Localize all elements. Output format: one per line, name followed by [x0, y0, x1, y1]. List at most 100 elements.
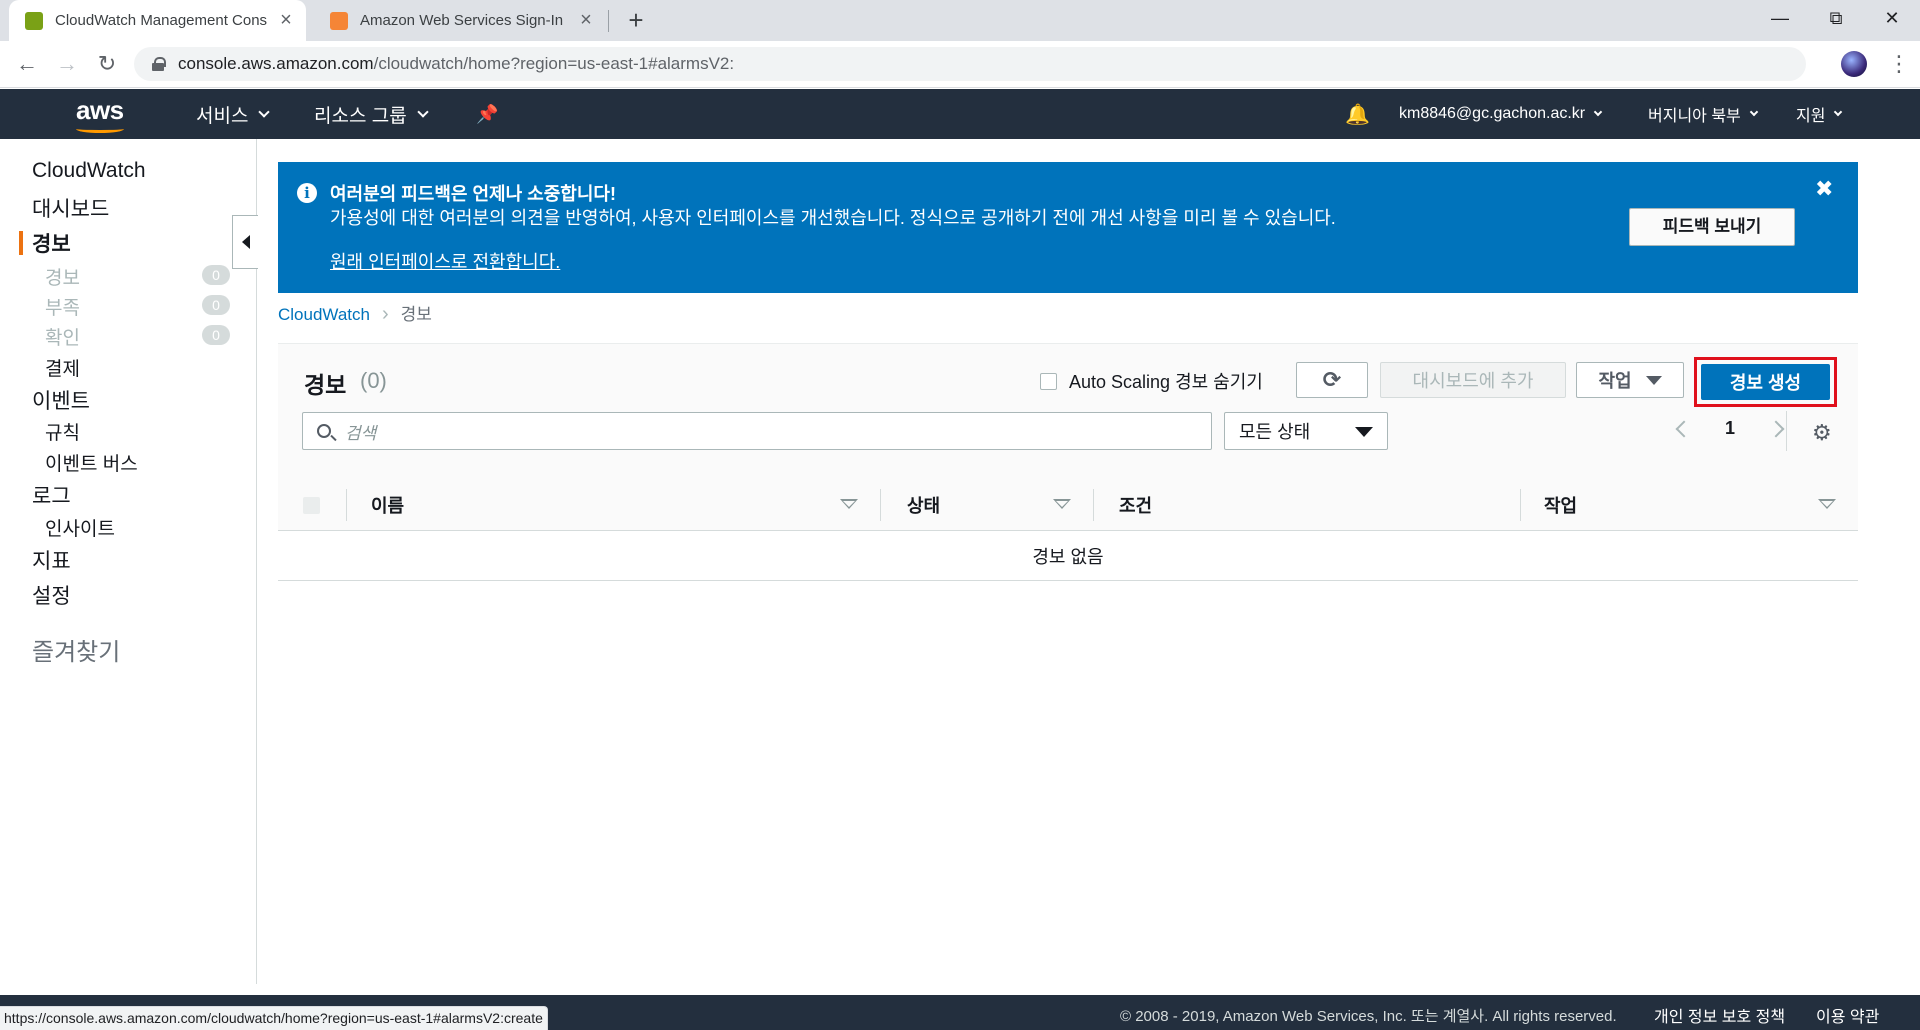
url-field[interactable]: console.aws.amazon.com/cloudwatch/home?r…	[134, 47, 1806, 81]
pin-icon[interactable]: 📌	[476, 89, 498, 139]
sidebar-item-in-alarm[interactable]: 경보	[45, 263, 80, 290]
minimize-icon[interactable]: —	[1752, 0, 1808, 36]
services-menu[interactable]: 서비스	[196, 89, 271, 139]
region-menu[interactable]: 버지니아 북부	[1648, 89, 1759, 139]
column-divider	[346, 489, 347, 521]
refresh-button[interactable]: ⟳	[1296, 362, 1368, 398]
restore-icon[interactable]: ⧉	[1808, 0, 1864, 36]
sidebar: CloudWatch 대시보드 경보 경보 0 부족 0 확인 0 결제 이벤트…	[0, 139, 257, 984]
window-close-icon[interactable]: ✕	[1864, 0, 1920, 36]
divider	[1786, 411, 1787, 451]
aws-favicon-icon	[330, 11, 348, 30]
caret-down-icon	[1355, 427, 1373, 437]
close-tab-icon[interactable]: ×	[272, 9, 300, 32]
sidebar-item-metrics[interactable]: 지표	[32, 545, 71, 575]
aws-logo[interactable]: aws	[76, 95, 124, 126]
breadcrumb-current: 경보	[400, 305, 432, 324]
tab-title: Amazon Web Services Sign-In	[360, 12, 564, 29]
sort-icon[interactable]	[1818, 499, 1836, 509]
count-badge: 0	[202, 295, 230, 315]
hide-autoscaling-label: Auto Scaling 경보 숨기기	[1069, 372, 1263, 392]
alarms-title: 경보	[304, 372, 347, 398]
sidebar-item-cloudwatch[interactable]: CloudWatch	[32, 159, 146, 183]
tab-title: CloudWatch Management Cons	[55, 12, 268, 29]
column-conditions[interactable]: 조건	[1119, 479, 1152, 531]
sidebar-item-dashboards[interactable]: 대시보드	[32, 193, 109, 223]
switch-interface-link[interactable]: 원래 인터페이스로 전환합니다.	[330, 248, 560, 274]
hide-autoscaling-checkbox[interactable]	[1040, 372, 1057, 390]
column-name[interactable]: 이름	[371, 479, 404, 531]
sidebar-item-event-bus[interactable]: 이벤트 버스	[45, 449, 138, 476]
chevron-down-icon	[258, 106, 271, 118]
sidebar-item-insufficient[interactable]: 부족	[45, 293, 80, 320]
state-filter-select[interactable]: 모든 상태	[1224, 412, 1388, 450]
support-label: 지원	[1796, 108, 1826, 125]
aws-top-nav: aws 서비스 리소스 그룹 📌 🔔 km8846@gc.gachon.ac.k…	[0, 89, 1920, 139]
sidebar-item-ok[interactable]: 확인	[45, 323, 80, 350]
support-menu[interactable]: 지원	[1796, 89, 1843, 139]
gear-icon[interactable]: ⚙	[1812, 420, 1832, 446]
search-input[interactable]: 검색	[302, 412, 1212, 450]
close-tab-icon[interactable]: ×	[572, 9, 600, 32]
url-host: console.aws.amazon.com	[178, 54, 374, 73]
send-feedback-button[interactable]: 피드백 보내기	[1629, 208, 1795, 246]
banner-title: 여러분의 피드백은 언제나 소중합니다!	[330, 184, 616, 204]
browser-menu-icon[interactable]: ⋮	[1888, 49, 1910, 79]
copyright: © 2008 - 2019, Amazon Web Services, Inc.…	[1120, 1008, 1617, 1025]
lock-icon	[152, 57, 166, 71]
notification-bell-icon[interactable]: 🔔	[1345, 89, 1370, 139]
hide-autoscaling-toggle[interactable]: Auto Scaling 경보 숨기기	[1040, 368, 1263, 394]
sidebar-item-insights[interactable]: 인사이트	[45, 514, 115, 541]
next-page-icon[interactable]	[1767, 420, 1785, 437]
resource-groups-label: 리소스 그룹	[314, 105, 407, 127]
select-all-checkbox[interactable]	[303, 497, 320, 514]
breadcrumb: CloudWatch › 경보	[278, 300, 432, 326]
reload-icon[interactable]: ↻	[92, 49, 122, 79]
banner-close-icon[interactable]: ✖	[1815, 176, 1833, 202]
sort-icon[interactable]	[1053, 499, 1071, 509]
profile-avatar[interactable]	[1841, 51, 1867, 77]
account-menu[interactable]: km8846@gc.gachon.ac.kr	[1399, 89, 1603, 139]
alarms-count: (0)	[360, 368, 387, 393]
sort-icon[interactable]	[840, 499, 858, 509]
new-tab-icon[interactable]: +	[622, 6, 650, 34]
create-alarm-button[interactable]: 경보 생성	[1701, 364, 1830, 400]
feedback-banner: i 여러분의 피드백은 언제나 소중합니다! 가용성에 대한 여러분의 의견을 …	[278, 162, 1858, 293]
breadcrumb-separator-icon: ›	[381, 303, 389, 325]
count-badge: 0	[202, 325, 230, 345]
sidebar-item-logs[interactable]: 로그	[32, 480, 71, 510]
refresh-icon: ⟳	[1322, 367, 1342, 392]
cloudwatch-favicon-icon	[25, 11, 43, 30]
add-to-dashboard-button[interactable]: 대시보드에 추가	[1380, 362, 1566, 398]
actions-button[interactable]: 작업	[1576, 362, 1684, 398]
alarms-panel: 경보 (0) Auto Scaling 경보 숨기기 ⟳ 대시보드에 추가 작업…	[278, 343, 1858, 581]
sidebar-favorites[interactable]: 즐겨찾기	[32, 632, 120, 667]
terms-link[interactable]: 이용 약관	[1816, 1003, 1879, 1027]
current-page: 1	[1724, 418, 1735, 438]
breadcrumb-cloudwatch-link[interactable]: CloudWatch	[278, 305, 370, 324]
pagination: 1	[1675, 418, 1785, 439]
sidebar-item-rules[interactable]: 규칙	[45, 418, 80, 445]
prev-page-icon[interactable]	[1675, 420, 1693, 437]
url-path: /cloudwatch/home?region=us-east-1#alarms…	[373, 54, 735, 73]
back-icon[interactable]: ←	[12, 49, 42, 79]
services-label: 서비스	[196, 105, 249, 127]
sidebar-item-events[interactable]: 이벤트	[32, 385, 90, 415]
chevron-down-icon	[1834, 107, 1843, 117]
sidebar-item-settings[interactable]: 설정	[32, 580, 71, 610]
browser-tab-signin[interactable]: Amazon Web Services Sign-In ×	[314, 0, 606, 41]
browser-tab-strip: CloudWatch Management Cons × Amazon Web …	[0, 0, 1920, 41]
privacy-link[interactable]: 개인 정보 보호 정책	[1654, 1003, 1785, 1027]
chevron-down-icon	[1749, 107, 1759, 117]
actions-label: 작업	[1598, 371, 1632, 391]
count-badge: 0	[202, 265, 230, 285]
status-bar-url: https://console.aws.amazon.com/cloudwatc…	[0, 1006, 548, 1030]
resource-groups-menu[interactable]: 리소스 그룹	[314, 89, 429, 139]
forward-icon[interactable]: →	[52, 49, 82, 79]
browser-tab-cloudwatch[interactable]: CloudWatch Management Cons ×	[9, 0, 306, 41]
column-actions[interactable]: 작업	[1544, 479, 1577, 531]
sidebar-item-billing[interactable]: 결제	[45, 354, 80, 381]
sidebar-collapse-button[interactable]	[232, 215, 258, 269]
column-state[interactable]: 상태	[907, 479, 940, 531]
sidebar-item-alarms[interactable]: 경보	[32, 228, 71, 258]
